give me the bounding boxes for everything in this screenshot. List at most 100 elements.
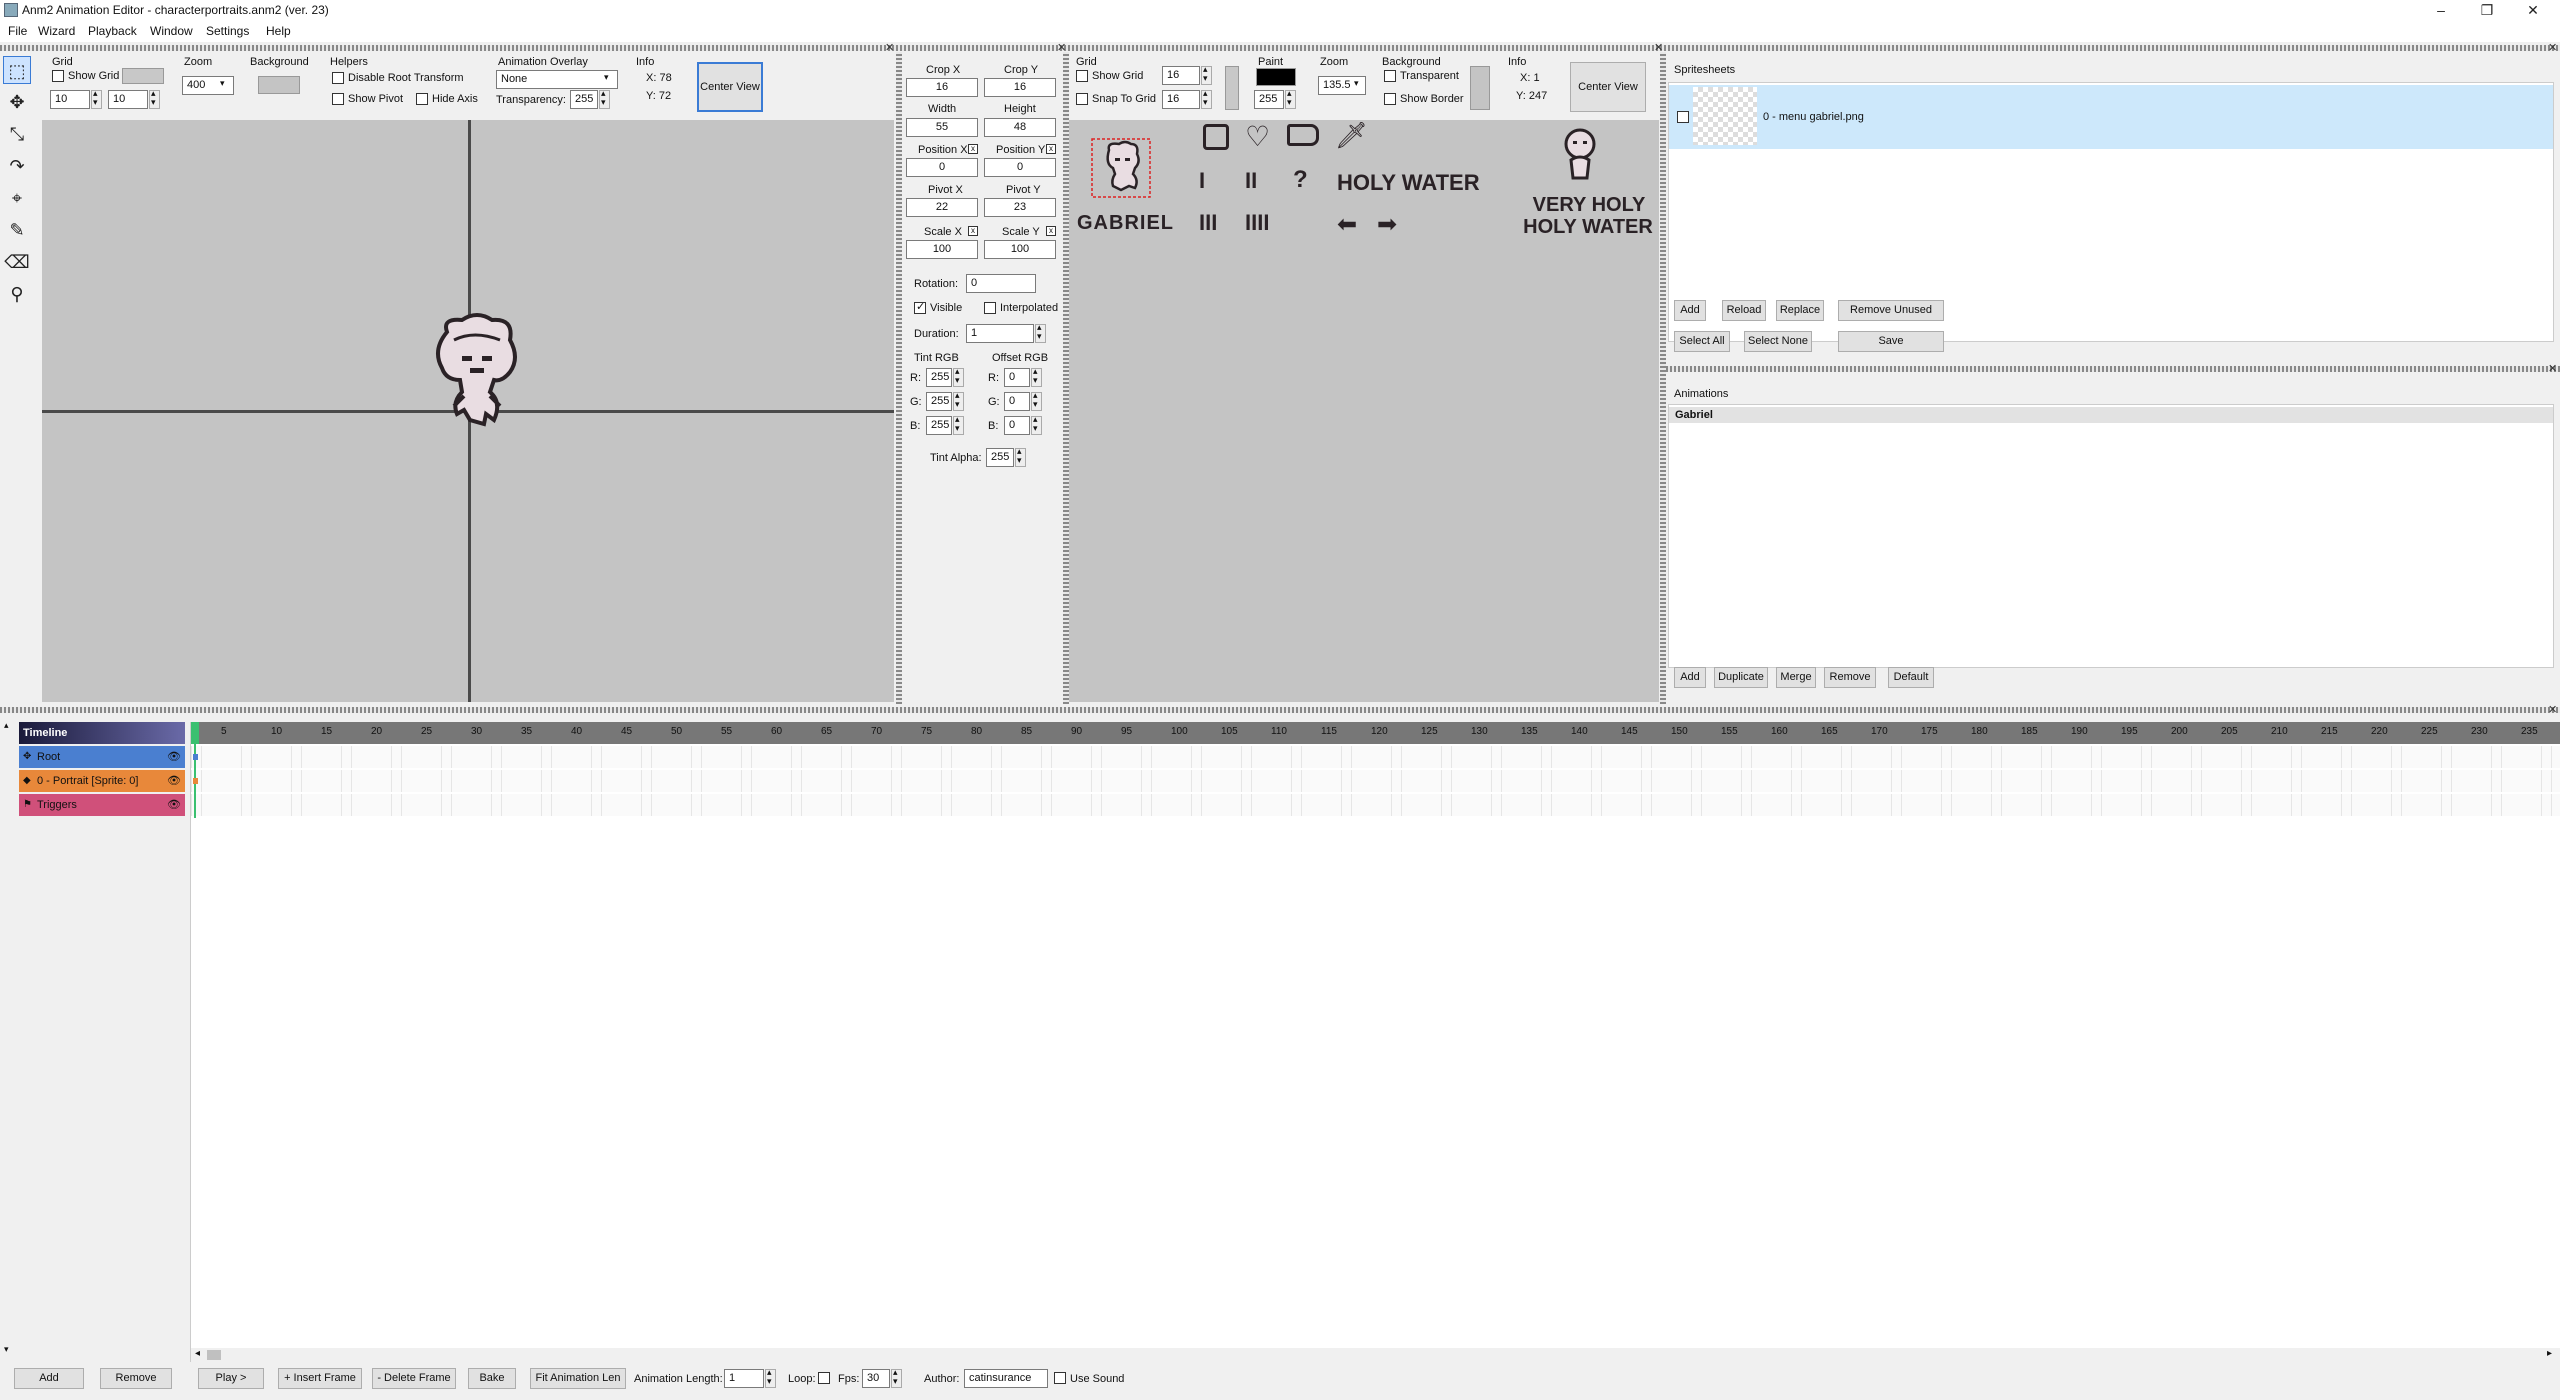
scale-x-lock[interactable]: x [968,226,978,236]
rotation-input[interactable]: 0 [966,274,1036,293]
tint-r-stepper[interactable] [953,366,964,387]
menu-settings[interactable]: Settings [206,24,249,38]
eye-icon[interactable]: 👁 [167,770,181,792]
timeline-hscrollbar[interactable]: ◂ ▸ [191,1348,2560,1362]
add-layer-button[interactable]: Add [14,1368,84,1389]
close-icon[interactable]: ✕ [1654,43,1663,54]
add-spritesheet-button[interactable]: Add [1674,300,1706,321]
list-item[interactable]: 0 - menu gabriel.png [1669,85,2553,149]
spritesheet-canvas[interactable]: GABRIEL ♡ 🗡 I II ? HOLY WATER III IIII ⬅… [1069,120,1659,702]
timeline-layer-triggers[interactable]: ⚑ Triggers 👁 [19,794,185,816]
remove-layer-button[interactable]: Remove [100,1368,172,1389]
close-button[interactable]: ✕ [2510,0,2556,20]
root-keyframe[interactable] [193,754,198,760]
use-sound-checkbox[interactable] [1054,1372,1066,1384]
remove-unused-button[interactable]: Remove Unused [1838,300,1944,321]
pivot-x-input[interactable]: 22 [906,198,978,217]
scroll-right-icon[interactable]: ▸ [2547,1348,2552,1359]
scroll-up-icon[interactable]: ▴ [4,720,9,731]
tint-r-input[interactable]: 255 [926,368,952,387]
background-color-swatch[interactable] [1470,66,1490,110]
playhead-marker[interactable] [191,722,199,744]
fit-animation-length-button[interactable]: Fit Animation Len [530,1368,626,1389]
select-none-button[interactable]: Select None [1744,331,1812,352]
grid-width-stepper[interactable] [1201,64,1212,85]
transparency-stepper[interactable] [599,88,610,109]
offset-b-stepper[interactable] [1031,414,1042,435]
hide-axis-checkbox[interactable] [416,93,428,105]
triggers-frame-track[interactable] [191,794,2560,816]
menu-wizard[interactable]: Wizard [38,24,75,38]
disable-root-transform-checkbox[interactable] [332,72,344,84]
offset-r-input[interactable]: 0 [1004,368,1030,387]
save-spritesheet-button[interactable]: Save [1838,331,1944,352]
offset-r-stepper[interactable] [1031,366,1042,387]
tint-b-input[interactable]: 255 [926,416,952,435]
crop-y-input[interactable]: 16 [984,78,1056,97]
maximize-button[interactable]: ❐ [2464,0,2510,20]
menu-file[interactable]: File [8,24,27,38]
tint-g-input[interactable]: 255 [926,392,952,411]
duration-stepper[interactable] [1035,322,1046,343]
show-border-checkbox[interactable] [1384,93,1396,105]
move-tool-icon[interactable]: ✥ [3,88,31,116]
snap-to-grid-checkbox[interactable] [1076,93,1088,105]
rotate-tool-icon[interactable]: ↷ [3,152,31,180]
eye-icon[interactable]: 👁 [167,746,181,768]
close-icon[interactable]: ✕ [1057,43,1066,54]
transparent-checkbox[interactable] [1384,70,1396,82]
minimize-button[interactable]: – [2418,0,2464,20]
list-item[interactable]: Gabriel [1669,407,2553,423]
animation-overlay-select[interactable]: None [496,70,618,89]
offset-g-input[interactable]: 0 [1004,392,1030,411]
root-frame-track[interactable] [191,746,2560,768]
erase-tool-icon[interactable]: ⌫ [3,248,31,276]
bake-button[interactable]: Bake [468,1368,516,1389]
show-grid-checkbox[interactable] [1076,70,1088,82]
close-icon[interactable]: ✕ [2548,364,2557,375]
menu-playback[interactable]: Playback [88,24,137,38]
grid-height-stepper[interactable] [149,88,160,109]
merge-animation-button[interactable]: Merge [1776,667,1816,688]
timeline-frames-area[interactable]: 5 10 15 20 25 30 35 40 45 50 55 60 65 70 75 80 85 90 95 100… [190,722,2560,1362]
close-icon[interactable]: ✕ [885,43,894,54]
close-icon[interactable]: ✕ [2548,43,2557,54]
animation-preview-canvas[interactable] [42,120,894,702]
scroll-down-icon[interactable]: ▾ [4,1344,9,1355]
interpolated-checkbox[interactable] [984,302,996,314]
position-x-input[interactable]: 0 [906,158,978,177]
grid-height-input[interactable]: 16 [1162,90,1200,109]
add-animation-button[interactable]: Add [1674,667,1706,688]
center-view-button[interactable]: Center View [697,62,763,112]
panel-splitter[interactable] [896,52,902,704]
position-x-lock[interactable]: x [968,144,978,154]
layer-scrollbar[interactable]: ▴ ▾ [2,720,16,1356]
transparency-input[interactable]: 255 [570,90,598,109]
duration-input[interactable]: 1 [966,324,1034,343]
pivot-y-input[interactable]: 23 [984,198,1056,217]
select-all-button[interactable]: Select All [1674,331,1730,352]
timeline-layer-portrait[interactable]: ◆ 0 - Portrait [Sprite: 0] 👁 [19,770,185,792]
eye-icon[interactable]: 👁 [167,794,181,816]
spritesheet-checkbox[interactable] [1677,111,1689,123]
remove-animation-button[interactable]: Remove [1824,667,1876,688]
fps-stepper[interactable] [891,1367,902,1388]
paint-color-swatch[interactable] [1256,68,1296,86]
dock-separator[interactable] [0,707,2560,713]
height-input[interactable]: 48 [984,118,1056,137]
grid-height-stepper[interactable] [1201,88,1212,109]
menu-help[interactable]: Help [266,24,291,38]
replace-spritesheet-button[interactable]: Replace [1776,300,1824,321]
scale-tool-icon[interactable]: ⤡ [3,120,31,148]
dock-separator[interactable] [1666,366,2560,372]
position-y-input[interactable]: 0 [984,158,1056,177]
visible-checkbox[interactable] [914,300,926,314]
grid-width-input[interactable]: 16 [1162,66,1200,85]
color-picker-tool-icon[interactable]: ⚲ [3,280,31,308]
delete-frame-button[interactable]: - Delete Frame [372,1368,456,1389]
paint-alpha-input[interactable]: 255 [1254,90,1284,109]
scroll-left-icon[interactable]: ◂ [195,1348,200,1359]
fps-input[interactable]: 30 [862,1369,890,1388]
author-input[interactable]: catinsurance [964,1369,1048,1388]
grid-color-swatch[interactable] [122,68,164,84]
